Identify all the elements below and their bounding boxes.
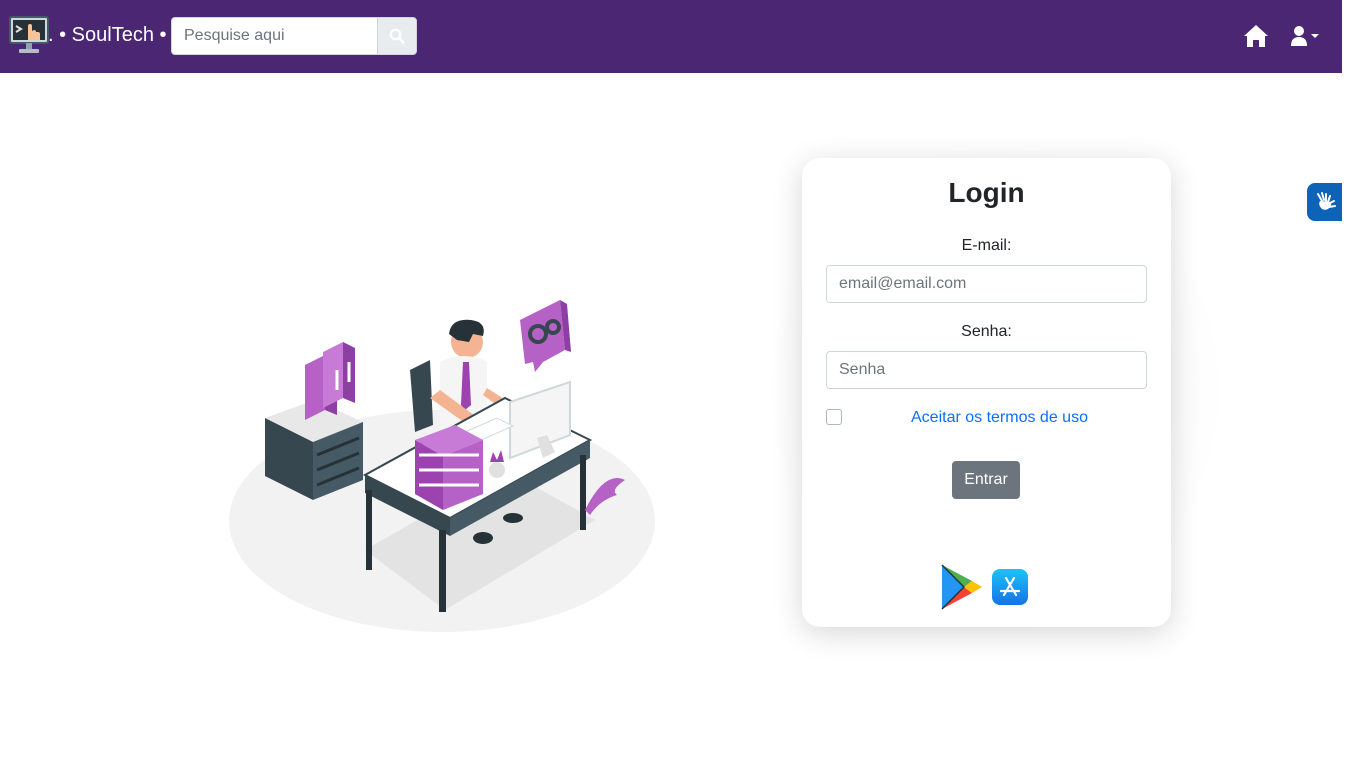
brand-name[interactable]: . • SoulTech • [48, 22, 167, 48]
sign-language-icon [1316, 192, 1336, 210]
user-menu-icon[interactable] [1288, 25, 1320, 47]
app-store-icon[interactable] [992, 569, 1028, 605]
search-icon [389, 28, 405, 44]
login-title: Login [948, 177, 1025, 208]
search-button[interactable] [377, 17, 417, 55]
navbar: . • SoulTech • [0, 0, 1342, 73]
logo-icon[interactable] [8, 16, 50, 56]
app-store-glyph [999, 576, 1021, 597]
login-button[interactable]: Entrar [952, 461, 1020, 499]
login-card [802, 158, 1171, 627]
terms-link[interactable]: Aceitar os termos de uso [911, 408, 1088, 428]
email-label: E-mail: [961, 237, 1012, 254]
email-field[interactable] [826, 265, 1147, 303]
password-field[interactable] [826, 351, 1147, 389]
home-icon[interactable] [1243, 24, 1269, 48]
search-input[interactable] [171, 17, 378, 55]
accessibility-widget[interactable] [1307, 183, 1342, 221]
office-illustration [229, 300, 655, 632]
google-play-icon[interactable] [940, 563, 984, 611]
password-label: Senha: [961, 323, 1012, 340]
terms-checkbox[interactable] [826, 409, 842, 425]
